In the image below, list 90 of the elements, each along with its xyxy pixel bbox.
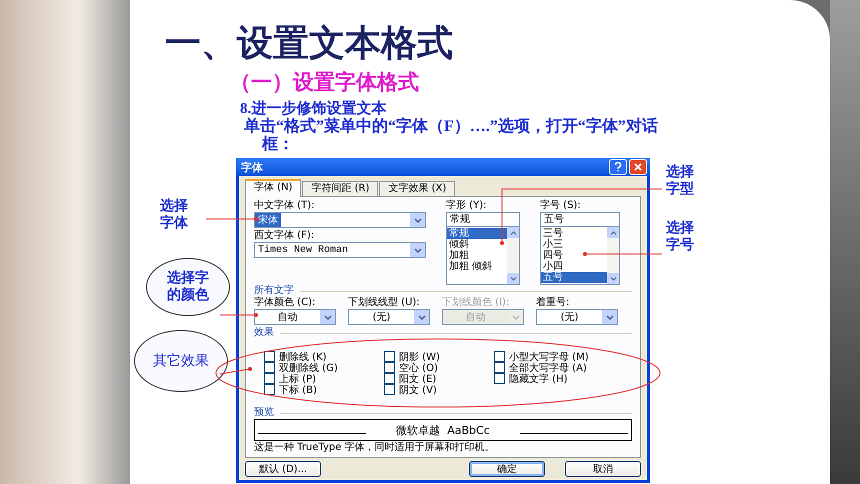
tab[interactable]: 字符间距 (R) <box>302 181 378 196</box>
chevron-down-icon <box>418 314 426 320</box>
chevron-down-icon <box>324 314 332 320</box>
instruction-text: 单击“格式”菜单中的“字体（F）….”选项，打开“字体”对话框： <box>244 118 659 154</box>
chevron-up-icon <box>610 230 616 234</box>
checkbox-label[interactable]: 双删除线 (G) <box>279 360 338 374</box>
dropdown-field[interactable]: Times New Roman <box>254 242 426 258</box>
checkbox-label[interactable]: 阴影 (W) <box>399 350 440 364</box>
group-heading: 预览 <box>254 407 274 419</box>
list-item[interactable]: 倾斜 <box>447 239 507 250</box>
slide-title: 一、设置文本格式 <box>165 22 453 66</box>
leader-line <box>220 367 252 374</box>
field-label: 下划线颜色 (I): <box>442 297 510 309</box>
checkbox[interactable] <box>384 362 395 373</box>
dropdown-field[interactable]: 宋体 <box>254 212 426 228</box>
list-box[interactable]: 三号 小三 四号 小四 五号 <box>540 227 620 285</box>
checkbox-label[interactable]: 阳文 (E) <box>399 372 436 386</box>
callout-label: 选择字型 <box>666 164 694 198</box>
checkbox[interactable] <box>494 373 505 384</box>
font-note: 这是一种 TrueType 字体，同时适用于屏幕和打印机。 <box>254 442 496 454</box>
close-icon <box>634 163 642 171</box>
input-field[interactable]: 常规 <box>446 212 520 227</box>
chevron-down-icon <box>414 218 422 222</box>
group-heading: 所有文字 <box>254 285 294 296</box>
list-item[interactable]: 加粗 倾斜 <box>447 261 507 272</box>
list-item[interactable]: 小四 <box>541 261 607 272</box>
chevron-down-icon <box>610 276 616 280</box>
callout-bubble: 选择字的颜色 <box>146 258 230 316</box>
leader-line <box>220 313 258 317</box>
checkbox-label[interactable]: 删除线 (K) <box>279 350 327 364</box>
checkbox[interactable] <box>264 362 275 373</box>
list-box[interactable]: 常规 倾斜 加粗 加粗 倾斜 <box>446 227 520 285</box>
dropdown-field[interactable]: (无) <box>536 309 618 325</box>
close-button[interactable] <box>629 159 647 175</box>
scroll-down-button[interactable] <box>507 273 519 284</box>
help-button[interactable] <box>609 159 627 175</box>
question-mark-icon <box>614 162 622 172</box>
list-item[interactable]: 三号 <box>541 228 607 239</box>
checkbox[interactable] <box>384 384 395 395</box>
chevron-up-icon <box>510 230 516 234</box>
dialog-button[interactable]: 默认 (D)... <box>245 461 321 477</box>
checkbox[interactable] <box>494 362 505 373</box>
dialog-button[interactable]: 确定 <box>469 461 545 477</box>
preview-sample: 微软卓越 AaBbCc <box>396 422 490 438</box>
checkbox-label[interactable]: 空心 (O) <box>399 360 438 374</box>
field-label: 字号 (S): <box>540 200 582 212</box>
chevron-down-icon <box>510 276 516 280</box>
list-item[interactable]: 常规 <box>447 228 507 239</box>
callout-bubble: 其它效果 <box>134 330 228 392</box>
chevron-down-icon <box>512 314 520 320</box>
field-label: 下划线线型 (U): <box>348 297 421 309</box>
dialog-button[interactable]: 取消 <box>565 461 641 477</box>
checkbox[interactable] <box>384 373 395 384</box>
checkbox-label[interactable]: 阴文 (V) <box>399 382 437 396</box>
dropdown-field[interactable]: 自动 <box>254 309 336 325</box>
checkbox[interactable] <box>264 384 275 395</box>
list-item[interactable]: 五号 <box>541 272 607 283</box>
field-label: 西文字体 (F): <box>254 230 316 242</box>
field-label: 着重号: <box>536 297 570 309</box>
scroll-up-button[interactable] <box>507 227 519 238</box>
checkbox-label[interactable]: 小型大写字母 (M) <box>509 350 589 364</box>
leader-line <box>206 217 258 221</box>
chevron-down-icon <box>606 314 614 320</box>
scroll-up-button[interactable] <box>607 227 619 238</box>
field-label: 中文字体 (T): <box>254 200 316 212</box>
tab[interactable]: 文字效果 (X) <box>379 181 456 196</box>
list-item[interactable]: 加粗 <box>447 250 507 261</box>
checkbox-label[interactable]: 上标 (P) <box>279 372 316 386</box>
dialog-title: 字体 <box>241 160 263 174</box>
list-item[interactable]: 小三 <box>541 239 607 250</box>
checkbox[interactable] <box>494 351 505 362</box>
callout-label: 选择字号 <box>666 220 694 254</box>
checkbox[interactable] <box>264 351 275 362</box>
checkbox[interactable] <box>384 351 395 362</box>
step-heading: 8.进一步修饰设置文本 <box>240 100 386 118</box>
checkbox-label[interactable]: 全部大写字母 (A) <box>509 360 587 374</box>
input-field[interactable]: 五号 <box>540 212 620 227</box>
checkbox[interactable] <box>264 373 275 384</box>
checkbox-label[interactable]: 下标 (B) <box>279 382 317 396</box>
checkbox-label[interactable]: 隐藏文字 (H) <box>509 372 568 386</box>
field-label: 字形 (Y): <box>446 200 488 212</box>
scroll-down-button[interactable] <box>607 273 619 284</box>
callout-label: 选择字体 <box>160 198 188 232</box>
tab[interactable]: 字体 (N) <box>245 179 302 197</box>
chevron-down-icon <box>414 248 422 252</box>
list-item[interactable]: 四号 <box>541 250 607 261</box>
field-label: 字体颜色 (C): <box>254 297 316 309</box>
group-heading: 效果 <box>254 327 274 339</box>
slide-subtitle: （一）设置字体格式 <box>230 69 419 96</box>
dropdown-field[interactable]: (无) <box>348 309 430 325</box>
